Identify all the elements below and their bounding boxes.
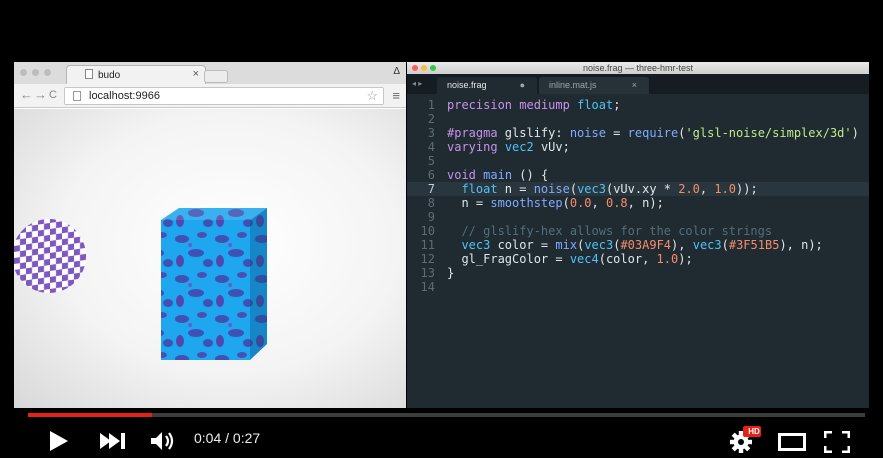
browser-menu-icon: ≡ [392, 88, 400, 103]
unsaved-dot-icon: ● [519, 80, 525, 90]
profile-icon: Δ [393, 66, 400, 77]
tab-close-icon: × [192, 68, 199, 80]
window-zoom-dot [44, 69, 51, 76]
editor-tab-noise-frag: noise.frag ● [437, 77, 537, 94]
editor-tab-bar: ◂ ▸ noise.frag ● inline.mat.js × [407, 74, 869, 94]
browser-tab-bar: budo × Δ [14, 62, 406, 84]
code-line: 10 // glslify-hex allows for the color s… [407, 224, 869, 238]
time-display: 0:04 / 0:27 [194, 430, 261, 446]
line-number: 13 [420, 266, 435, 280]
window-minimize-dot [32, 69, 39, 76]
code-line: 13} [407, 266, 869, 280]
code-text: vec3 color = mix(vec3(#03A9F4), vec3(#3F… [461, 238, 823, 252]
code-text: precision mediump float; [447, 98, 621, 112]
line-number: 14 [420, 280, 435, 294]
hd-badge-label: HD [748, 427, 760, 436]
code-line: 11 vec3 color = mix(vec3(#03A9F4), vec3(… [407, 238, 869, 252]
webgl-scene [14, 208, 267, 360]
code-line: 4 varying vec2 vUv; [407, 140, 869, 154]
code-text: // glslify-hex allows for the color stri… [447, 224, 773, 238]
line-number: 6 [427, 168, 435, 182]
editor-tab-inline-mat-js: inline.mat.js × [539, 77, 649, 94]
code-line: 5 [407, 154, 869, 168]
code-text: } [447, 266, 455, 280]
line-number: 5 [427, 154, 435, 168]
code-line: 8 n = smoothstep(0.0, 0.8, n); [407, 196, 869, 210]
address-url: localhost:9966 [89, 90, 160, 102]
editor-tab-label: inline.mat.js [549, 80, 597, 90]
code-line: 14 [407, 280, 869, 294]
line-number: 12 [420, 252, 435, 266]
line-number: 10 [420, 224, 435, 238]
bookmark-star-icon: ☆ [366, 88, 378, 103]
line-number: 7 [427, 182, 435, 196]
next-icon[interactable] [100, 432, 126, 450]
video-frame[interactable]: budo × Δ ← → C localhost:9966 ☆ ≡ noise.… [14, 62, 869, 408]
browser-toolbar: ← → C localhost:9966 ☆ ≡ [14, 84, 406, 108]
progress-played [28, 413, 152, 417]
editor-close-dot [412, 65, 418, 71]
code-text: #pragma glslify: noise = require('glsl-n… [447, 126, 859, 140]
browser-window: budo × Δ ← → C localhost:9966 ☆ ≡ [14, 62, 406, 408]
reload-icon: C [49, 89, 57, 101]
checkered-sphere [14, 219, 86, 293]
progress-bar[interactable] [28, 413, 865, 417]
tab-nav-arrows-icon: ◂ ▸ [412, 79, 423, 88]
player-controls: 0:04 / 0:27 HD [0, 408, 883, 458]
code-area: 1 precision mediump float; 2 3 #pragma glsli… [407, 98, 869, 294]
code-line: 1 precision mediump float; [407, 98, 869, 112]
webgl-viewport [14, 109, 406, 408]
volume-icon[interactable] [150, 430, 176, 452]
browser-tab: budo × [66, 65, 206, 84]
code-line: 3 #pragma glslify: noise = require('glsl-… [407, 126, 869, 140]
editor-zoom-dot [430, 65, 436, 71]
address-bar: localhost:9966 ☆ [64, 87, 384, 105]
new-tab-button [204, 70, 228, 83]
code-text: float n = noise(vec3(vUv.xy * 2.0, 1.0))… [461, 182, 758, 196]
fullscreen-icon[interactable] [824, 431, 850, 453]
code-text: gl_FragColor = vec4(color, 1.0); [447, 252, 693, 266]
editor-window-title: noise.frag — three-hmr-test [582, 63, 694, 73]
code-line: 12 gl_FragColor = vec4(color, 1.0); [407, 252, 869, 266]
line-number: 1 [427, 98, 435, 112]
code-text: void main () { [447, 168, 549, 182]
editor-minimize-dot [421, 65, 427, 71]
forward-icon: → [34, 87, 47, 102]
theater-mode-icon[interactable] [778, 433, 806, 451]
line-number: 4 [427, 140, 435, 154]
page-icon [73, 91, 81, 101]
tab-close-icon: × [631, 80, 637, 90]
line-number: 8 [427, 196, 435, 210]
play-icon[interactable] [48, 430, 70, 452]
code-line: 7 float n = noise(vec3(vUv.xy * 2.0, 1.0… [407, 182, 869, 196]
editor-tab-label: noise.frag [447, 80, 487, 90]
editor-titlebar: noise.frag — three-hmr-test [407, 62, 869, 74]
code-editor-window: noise.frag — three-hmr-test ◂ ▸ noise.fr… [407, 62, 869, 408]
code-line: 2 [407, 112, 869, 126]
browser-tab-title: budo [98, 70, 121, 81]
line-number: 11 [420, 238, 435, 252]
line-number: 3 [427, 126, 435, 140]
page-icon [85, 69, 93, 79]
code-line: 6 void main () { [407, 168, 869, 182]
code-text: varying vec2 vUv; [447, 140, 570, 154]
code-text: n = smoothstep(0.0, 0.8, n); [447, 196, 664, 210]
noise-cube [161, 208, 267, 360]
window-close-dot [20, 69, 27, 76]
line-number: 2 [427, 112, 435, 126]
back-icon: ← [20, 87, 33, 102]
code-line: 9 [407, 210, 869, 224]
video-player[interactable]: budo × Δ ← → C localhost:9966 ☆ ≡ noise.… [0, 0, 883, 458]
line-number: 9 [427, 210, 435, 224]
